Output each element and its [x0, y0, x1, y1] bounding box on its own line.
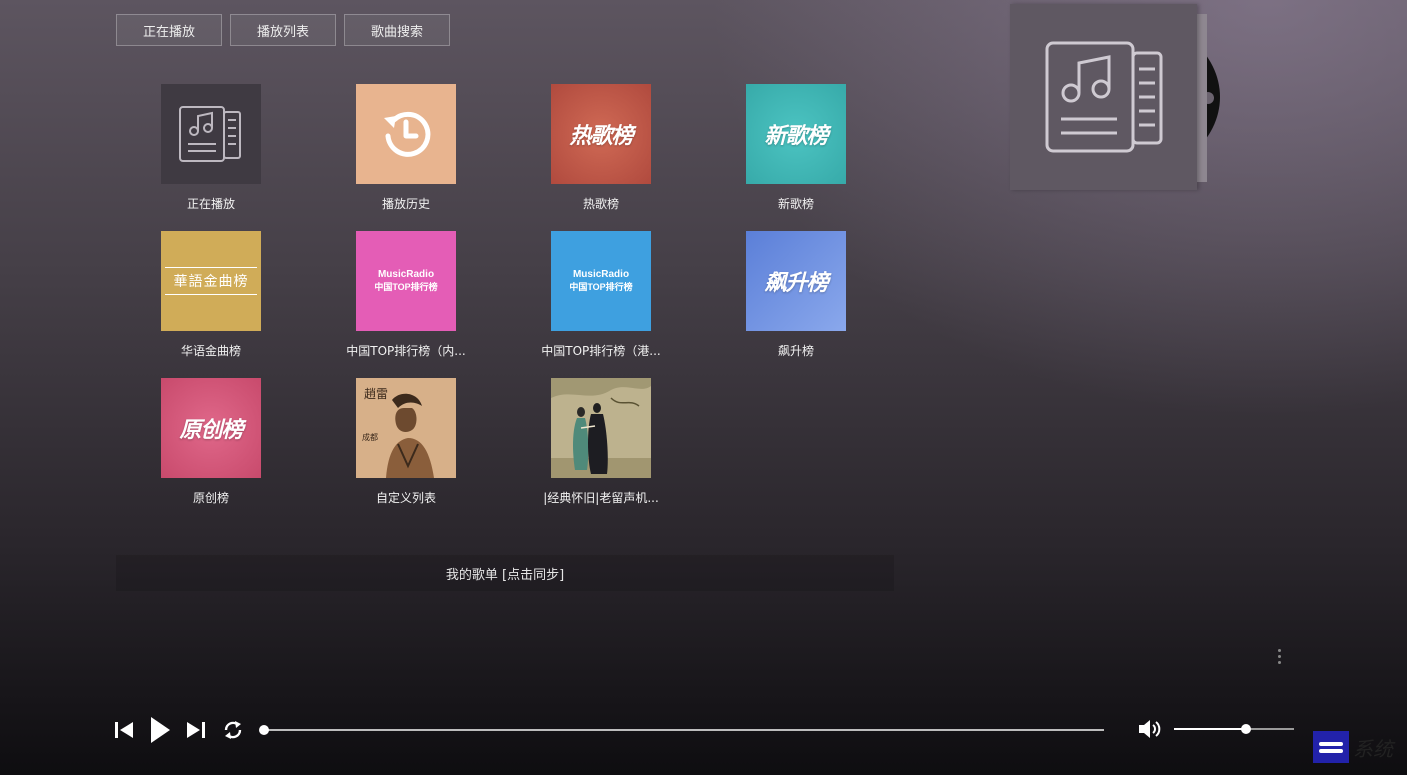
skip-previous-icon — [115, 722, 133, 738]
playlist-cover — [356, 84, 456, 184]
playlist-card-huayu[interactable]: 華語金曲榜 华语金曲榜 — [116, 231, 306, 359]
playlist-name: 自定义列表 — [375, 491, 436, 505]
volume-icon — [1139, 720, 1161, 738]
playlist-name: 新歌榜 — [777, 197, 814, 211]
cover-title: 原创榜 — [179, 418, 243, 443]
cover-logo: MusicRadio 中国TOP排行榜 — [374, 269, 437, 293]
cover-title: 飙升榜 — [764, 271, 828, 296]
watermark-text: 系统 — [1353, 736, 1393, 761]
dot — [1278, 655, 1281, 658]
skip-next-icon — [187, 722, 205, 738]
playlist-cover: 飙升榜 — [746, 231, 846, 331]
playlist-cover: MusicRadio 中国TOP排行榜 — [356, 231, 456, 331]
my-playlists-sync-button[interactable]: 我的歌单 [点击同步] — [116, 555, 894, 591]
note-list-icon — [1045, 41, 1162, 153]
playlist-name: 正在播放 — [186, 197, 235, 211]
playlist-cover: MusicRadio 中国TOP排行榜 — [551, 231, 651, 331]
cover-subtitle: 中国TOP排行榜 — [569, 282, 633, 292]
volume-slider[interactable] — [1174, 724, 1294, 734]
svg-text:成都: 成都 — [362, 432, 378, 442]
album-sleeve — [1010, 4, 1197, 190]
next-button[interactable] — [185, 719, 207, 741]
playlist-cover — [161, 84, 261, 184]
volume-button[interactable] — [1137, 718, 1163, 744]
playlist-card-custom[interactable]: 趙雷 成都 自定义列表 — [311, 378, 501, 506]
cover-logo: MusicRadio 中国TOP排行榜 — [569, 269, 632, 293]
progress-handle[interactable] — [259, 725, 269, 735]
playlist-name: 华语金曲榜 — [180, 344, 241, 358]
history-clock-icon — [384, 111, 431, 157]
playback-controls — [113, 716, 245, 744]
dot — [1278, 649, 1281, 652]
playlist-name: 飙升榜 — [777, 344, 814, 358]
playlist-grid: 正在播放 播放历史 热歌榜 热歌榜 新歌榜 新歌榜 華語金曲榜 华语金曲榜 Mu… — [116, 84, 891, 506]
playlist-card-new[interactable]: 新歌榜 新歌榜 — [701, 84, 891, 212]
playlist-card-hot[interactable]: 热歌榜 热歌榜 — [506, 84, 696, 212]
playlist-card-now-playing[interactable]: 正在播放 — [116, 84, 306, 212]
playlist-card-top-mainland[interactable]: MusicRadio 中国TOP排行榜 中国TOP排行榜（内... — [311, 231, 501, 359]
playlist-name: 热歌榜 — [582, 197, 619, 211]
svg-text:趙雷: 趙雷 — [364, 386, 388, 401]
cover-brand: MusicRadio — [377, 269, 435, 280]
album-art — [1010, 4, 1225, 190]
playlist-cover: 热歌榜 — [551, 84, 651, 184]
watermark-icon — [1313, 731, 1349, 763]
playlist-cover: 新歌榜 — [746, 84, 846, 184]
playlist-card-rising[interactable]: 飙升榜 飙升榜 — [701, 231, 891, 359]
more-options-icon[interactable] — [1278, 649, 1282, 664]
previous-button[interactable] — [113, 719, 135, 741]
playlist-card-top-hk[interactable]: MusicRadio 中国TOP排行榜 中国TOP排行榜（港... — [506, 231, 696, 359]
playlist-cover — [551, 378, 651, 478]
note-list-icon — [179, 106, 241, 162]
tab-playlist[interactable]: 播放列表 — [230, 14, 336, 46]
playlist-name: |经典怀旧|老留声机... — [543, 491, 659, 505]
tab-song-search[interactable]: 歌曲搜索 — [344, 14, 450, 46]
cover-title: 热歌榜 — [569, 124, 633, 149]
cover-title: 新歌榜 — [764, 124, 828, 149]
sleeve-edge — [1197, 14, 1207, 182]
playlist-name: 中国TOP排行榜（内... — [346, 344, 466, 358]
play-button[interactable] — [149, 716, 171, 744]
cover-title: 華語金曲榜 — [165, 267, 257, 295]
playlist-cover: 趙雷 成都 — [356, 378, 456, 478]
cover-subtitle: 中国TOP排行榜 — [374, 282, 438, 292]
playlist-name: 播放历史 — [381, 197, 430, 211]
tab-now-playing[interactable]: 正在播放 — [116, 14, 222, 46]
singer-photo: 趙雷 成都 — [356, 378, 456, 478]
repeat-button[interactable] — [221, 718, 245, 742]
watermark-logo: 系统 — [1313, 731, 1393, 763]
playlist-card-history[interactable]: 播放历史 — [311, 84, 501, 212]
playlist-name: 原创榜 — [192, 491, 229, 505]
dot — [1278, 661, 1281, 664]
play-icon — [151, 717, 170, 743]
playlist-card-classic[interactable]: |经典怀旧|老留声机... — [506, 378, 696, 506]
volume-handle[interactable] — [1241, 724, 1251, 734]
playlist-card-original[interactable]: 原创榜 原创榜 — [116, 378, 306, 506]
playlist-cover: 原创榜 — [161, 378, 261, 478]
playlist-cover: 華語金曲榜 — [161, 231, 261, 331]
repeat-icon — [224, 721, 242, 739]
progress-bar[interactable] — [259, 725, 1104, 735]
top-tabs: 正在播放 播放列表 歌曲搜索 — [116, 14, 450, 46]
volume-fill — [1174, 728, 1246, 730]
playlist-name: 中国TOP排行榜（港... — [541, 344, 661, 358]
couple-painting — [551, 378, 651, 478]
cover-brand: MusicRadio — [572, 269, 630, 280]
